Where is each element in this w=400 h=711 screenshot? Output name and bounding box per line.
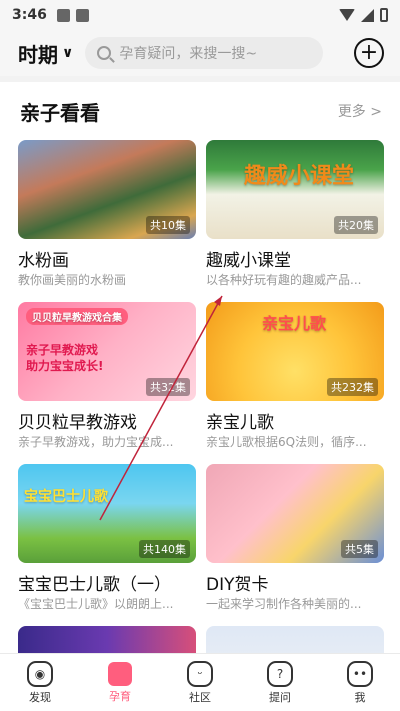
top-bar: 时期 ∨ 孕育疑问，来搜一搜~ + (0, 30, 400, 76)
thumbnail: 贝贝粒早教游戏合集 亲子早教游戏 助力宝宝成长! 共32集 (18, 302, 196, 401)
nav-label: 我 (354, 690, 366, 704)
wifi-icon (339, 9, 355, 21)
card-title: 宝宝巴士儿歌（一） (18, 575, 171, 592)
section-header: 亲子看看 更多 > (0, 82, 400, 140)
status-time: 3:46 (12, 7, 47, 23)
video-grid: 共10集 水粉画 教你画美丽的水粉画 趣威小课堂 共20集 趣威小课堂 以各种好… (0, 140, 400, 711)
status-bar: 3:46 (0, 0, 400, 30)
video-card[interactable]: 宝宝巴士儿歌 共140集 宝宝巴士儿歌（一） 《宝宝巴士儿歌》以朗朗上... (18, 464, 196, 613)
video-card[interactable]: 亲宝儿歌 共232集 亲宝儿歌 亲宝儿歌根据6Q法则，循序... (206, 302, 384, 451)
thumbnail: 趣威小课堂 共20集 (206, 140, 384, 239)
smile-icon: ᵕ (187, 660, 213, 687)
search-input[interactable]: 孕育疑问，来搜一搜~ (85, 37, 324, 69)
bottom-nav: ◉ 发现 孕育 ᵕ 社区 ? 提问 •• 我 (0, 653, 400, 711)
face-icon: •• (347, 660, 373, 687)
thumbnail: 共10集 (18, 140, 196, 239)
episode-badge: 共140集 (139, 540, 190, 558)
thumbnail: 共5集 (206, 464, 384, 563)
episode-badge: 共5集 (341, 540, 378, 558)
nav-label: 社区 (189, 690, 211, 704)
signal-icon (361, 8, 374, 22)
nav-item-me[interactable]: •• 我 (320, 654, 400, 711)
card-title: 亲宝儿歌 (206, 413, 274, 430)
card-subtitle: 亲宝儿歌根据6Q法则，循序... (206, 435, 367, 449)
card-subtitle: 教你画美丽的水粉画 (18, 273, 127, 287)
thumbnail-tag: 贝贝粒早教游戏合集 (26, 308, 128, 325)
nav-label: 孕育 (109, 689, 131, 703)
card-subtitle: 以各种好玩有趣的趣威产品... (206, 273, 362, 287)
compass-icon: ◉ (27, 660, 53, 687)
text-notification-icon (75, 8, 89, 22)
card-title: DIY贺卡 (206, 575, 269, 592)
card-subtitle: 一起来学习制作各种美丽的... (206, 597, 362, 611)
chevron-right-icon: > (370, 104, 382, 120)
plus-icon: + (359, 40, 379, 65)
nav-label: 提问 (269, 690, 291, 704)
thumbnail-text: 亲子早教游戏 助力宝宝成长! (26, 343, 104, 373)
thumbnail: 宝宝巴士儿歌 共140集 (18, 464, 196, 563)
video-card[interactable]: 共5集 DIY贺卡 一起来学习制作各种美丽的... (206, 464, 384, 613)
image-notification-icon (56, 8, 70, 22)
card-title: 水粉画 (18, 251, 69, 268)
add-button[interactable]: + (354, 38, 384, 68)
card-title: 趣威小课堂 (206, 251, 291, 268)
section-title: 亲子看看 (20, 100, 100, 125)
chevron-down-icon: ∨ (62, 45, 74, 61)
more-link[interactable]: 更多 > (338, 101, 382, 121)
thumbnail: 亲宝儿歌 共232集 (206, 302, 384, 401)
episode-badge: 共232集 (327, 378, 378, 396)
question-icon: ? (267, 660, 293, 687)
card-subtitle: 《宝宝巴士儿歌》以朗朗上... (18, 597, 174, 611)
nav-label: 发现 (29, 690, 51, 704)
nav-item-community[interactable]: ᵕ 社区 (160, 654, 240, 711)
battery-icon (380, 8, 388, 22)
period-label: 时期 (18, 42, 58, 67)
video-card[interactable]: 趣威小课堂 共20集 趣威小课堂 以各种好玩有趣的趣威产品... (206, 140, 384, 289)
video-card[interactable]: 贝贝粒早教游戏合集 亲子早教游戏 助力宝宝成长! 共32集 贝贝粒早教游戏 亲子… (18, 302, 196, 451)
video-card[interactable]: 共10集 水粉画 教你画美丽的水粉画 (18, 140, 196, 289)
period-selector[interactable]: 时期 ∨ (18, 39, 73, 68)
thumbnail-text: 趣威小课堂 (244, 164, 355, 189)
nav-item-discover[interactable]: ◉ 发现 (0, 654, 80, 711)
thumbnail-text: 亲宝儿歌 (262, 314, 327, 333)
nav-item-parenting[interactable]: 孕育 (80, 654, 160, 711)
episode-badge: 共20集 (334, 216, 378, 234)
nav-item-ask[interactable]: ? 提问 (240, 654, 320, 711)
episode-badge: 共32集 (146, 378, 190, 396)
search-placeholder: 孕育疑问，来搜一搜~ (119, 46, 258, 62)
card-subtitle: 亲子早教游戏，助力宝宝成... (18, 435, 174, 449)
thumbnail-text: 宝宝巴士儿歌 (24, 489, 108, 505)
search-icon (97, 46, 112, 60)
card-title: 贝贝粒早教游戏 (18, 413, 137, 430)
episode-badge: 共10集 (146, 216, 190, 234)
book-icon (108, 661, 132, 686)
